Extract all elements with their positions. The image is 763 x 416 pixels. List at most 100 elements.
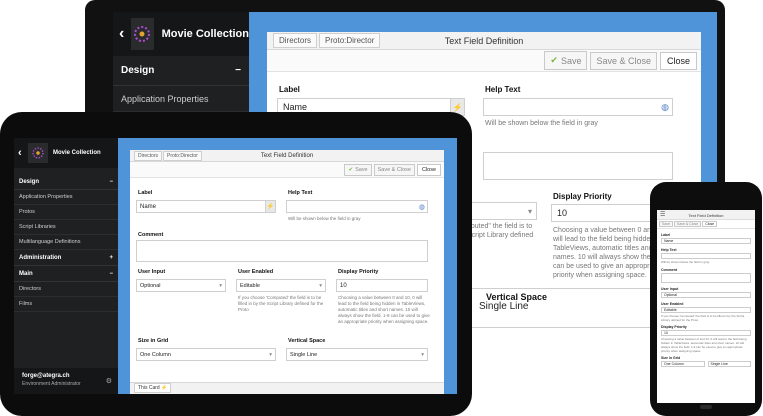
help-text-input[interactable]: ◍ [286, 200, 428, 213]
user-input-select[interactable]: Optional ▾ [136, 279, 226, 292]
chevron-down-icon: ▾ [219, 282, 222, 289]
sidebar-section-label: Design [19, 178, 40, 185]
user-enabled-hint: If you choose 'Computed' the field is to… [238, 295, 324, 312]
sidebar-section-design[interactable]: Design − [113, 56, 249, 86]
sidebar-item-films[interactable]: Films [14, 297, 118, 312]
size-in-grid-select[interactable]: One Column [661, 361, 705, 367]
user-input-select[interactable]: Optional [661, 292, 751, 298]
help-text-label: Help Text [485, 85, 521, 94]
save-button[interactable]: Save [659, 221, 673, 227]
sidebar-item-label: Application Properties [19, 194, 73, 200]
size-in-grid-value: One Column [664, 362, 684, 366]
user-enabled-select[interactable]: Editable ▾ [236, 279, 326, 292]
this-card-label: This Card [138, 385, 160, 391]
save-close-button[interactable]: Save & Close [673, 221, 702, 227]
vertical-space-select[interactable]: Single Line ▾ [286, 348, 428, 361]
this-card-tab[interactable]: This Card ⚡ [134, 383, 172, 393]
collapse-icon[interactable]: − [109, 179, 113, 185]
text-field-definition-panel: Directors Proto:Director Text Field Defi… [130, 150, 444, 394]
sidebar-item-protos[interactable]: Protos [14, 205, 118, 220]
user-role: Environment Administrator [22, 381, 81, 387]
close-button[interactable]: Close [702, 221, 718, 227]
label-input[interactable]: Name ⚡ [136, 200, 276, 213]
save-close-button[interactable]: Save & Close [373, 163, 415, 176]
tablet-screen: ‹ Movie Collection Design − Application P… [14, 138, 457, 394]
label-input-value: Name [140, 203, 157, 210]
checkmark-icon: ✔ [550, 55, 558, 65]
label-input-value: Name [283, 102, 308, 112]
size-in-grid-select[interactable]: One Column ▾ [136, 348, 276, 361]
vertical-space-select[interactable]: Single Line [707, 361, 751, 367]
computed-hint-fragment: nputed" the field is to Script Library de… [467, 222, 539, 240]
comment-label: Comment [138, 232, 164, 238]
help-text-input[interactable]: ◍ [483, 98, 673, 116]
comment-label: Comment [661, 268, 678, 272]
size-in-grid-value: One Column [140, 351, 171, 358]
sidebar-item-label: Multilanguage Definitions [19, 239, 81, 245]
globe-icon[interactable]: ◍ [419, 203, 425, 211]
phone-titlebar: ☰ Text Field Definition [657, 210, 755, 220]
save-close-button[interactable]: Save & Close [590, 51, 657, 70]
display-priority-input[interactable]: 10 [661, 330, 751, 336]
comment-textarea[interactable] [661, 273, 751, 283]
size-in-grid-label: Size in Grid [661, 356, 681, 360]
lightning-icon[interactable]: ⚡ [265, 201, 275, 212]
panel-titlebar: Directors Proto:Director Text Field Defi… [267, 32, 701, 50]
display-priority-hint: Choosing a value between 0 and 10, 0 wil… [338, 295, 430, 324]
comment-textarea[interactable] [136, 240, 428, 262]
save-button[interactable]: ✔ Save [544, 51, 588, 70]
back-chevron-icon[interactable]: ‹ [18, 147, 26, 159]
sidebar-section-administration[interactable]: Administration + [14, 250, 118, 266]
collapse-icon[interactable]: − [109, 271, 113, 277]
back-chevron-icon[interactable]: ‹ [119, 25, 127, 43]
breadcrumb-proto-director[interactable]: Proto:Director [163, 150, 202, 161]
save-label: Save [560, 55, 582, 66]
user-info[interactable]: forge@ategra.ch Environment Administrato… [14, 368, 118, 394]
device-mockup-stage: ‹ Movie Collection Design − Application … [0, 0, 763, 416]
hint-line: nputed" the field is to [467, 223, 533, 230]
vertical-space-value: Single Line [290, 351, 318, 358]
settings-icon[interactable]: ⚙ [106, 377, 112, 385]
label-field-label: Label [279, 85, 300, 94]
collapse-icon[interactable]: − [235, 65, 241, 76]
sidebar-section-design[interactable]: Design − [14, 174, 118, 190]
phone-home-button[interactable] [700, 405, 712, 409]
sidebar-item-script-libraries[interactable]: Script Libraries [14, 220, 118, 235]
display-priority-label: Display Priority [338, 269, 379, 275]
label-input[interactable]: Name [661, 238, 751, 244]
close-button[interactable]: Close [416, 163, 441, 176]
vertical-space-label: Vertical Space [288, 338, 326, 344]
comment-textarea-back[interactable] [483, 152, 673, 180]
breadcrumb-directors[interactable]: Directors [273, 33, 318, 48]
app-title: Movie Collection [161, 28, 249, 40]
save-label: Save [355, 166, 368, 173]
sidebar-item-directors[interactable]: Directors [14, 282, 118, 297]
vertical-space-value: Single Line [479, 301, 529, 312]
breadcrumb-proto-director[interactable]: Proto:Director [319, 33, 381, 48]
app-logo-icon [131, 18, 154, 50]
user-enabled-select-back[interactable]: ▾ [467, 202, 537, 220]
globe-icon[interactable]: ◍ [661, 102, 669, 113]
vertical-space-value: Single Line [710, 362, 728, 366]
chevron-down-icon: ▾ [269, 351, 272, 358]
help-text-input[interactable] [661, 253, 751, 259]
sidebar-item-application-properties[interactable]: Application Properties [14, 190, 118, 205]
help-text-hint: Will be shown below the field in gray [661, 260, 710, 264]
panel-titlebar: Directors Proto:Director Text Field Defi… [130, 150, 444, 162]
display-priority-label: Display Priority [553, 192, 612, 201]
lightning-icon: ⚡ [161, 385, 168, 391]
help-text-label: Help Text [661, 248, 677, 252]
display-priority-input[interactable]: 10 [336, 279, 428, 292]
close-button[interactable]: Close [659, 51, 697, 70]
sidebar-item-application-properties[interactable]: Application Properties [113, 86, 249, 112]
save-button[interactable]: ✔ Save [344, 163, 372, 176]
sidebar-section-main[interactable]: Main − [14, 266, 118, 282]
user-enabled-value: Editable [240, 282, 260, 289]
expand-icon[interactable]: + [109, 255, 113, 261]
user-enabled-label: User Enabled [661, 302, 684, 306]
breadcrumb-directors[interactable]: Directors [134, 150, 163, 161]
user-email: forge@ategra.ch [22, 373, 70, 379]
sidebar-section-label: Main [19, 270, 33, 277]
sidebar-item-multilanguage-definitions[interactable]: Multilanguage Definitions [14, 235, 118, 250]
user-enabled-select[interactable]: Editable [661, 307, 751, 313]
